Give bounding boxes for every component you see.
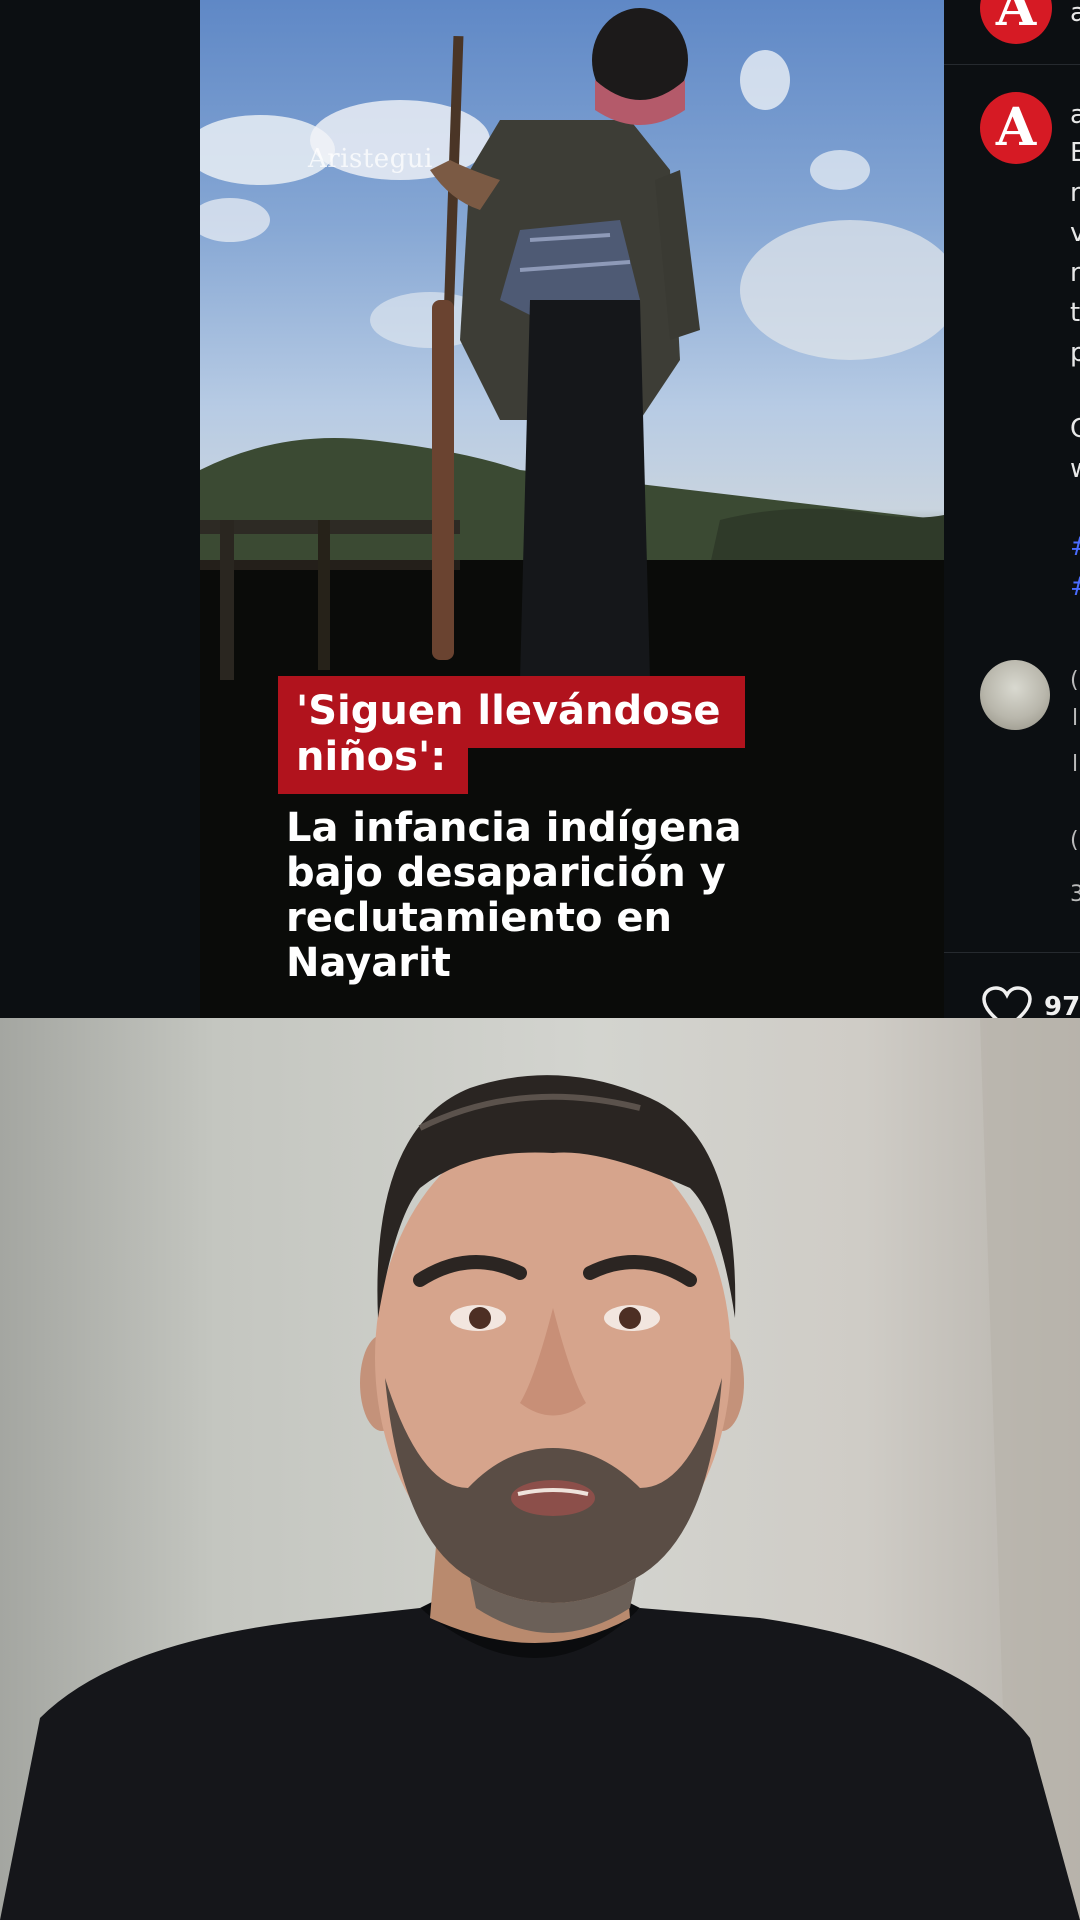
account-avatar-icon[interactable]: A: [980, 0, 1052, 44]
caption-avatar-icon[interactable]: A: [980, 92, 1052, 164]
comment-fragment: l: [1072, 752, 1079, 777]
headline-text: 'Siguen llevándose niños':: [296, 688, 721, 780]
caption-line: a: [1070, 100, 1080, 130]
caption-line: E: [1070, 138, 1080, 168]
comments-panel: A a A a E n v n t p C w # # ( l l ( 3 97: [944, 0, 1080, 1018]
post-video[interactable]: Aristegui 'Siguen llevándose niños': La …: [200, 0, 944, 1018]
panel-divider: [944, 64, 1080, 65]
presenter-video: [0, 1018, 1080, 1920]
presenter-portrait: [0, 1018, 1080, 1920]
header-username-fragment[interactable]: a: [1070, 0, 1080, 28]
aristegui-watermark: Aristegui: [308, 144, 433, 174]
caption-line: p: [1070, 338, 1080, 368]
subheadline-text: La infancia indígena bajo desaparición y…: [286, 805, 742, 986]
caption-line: v: [1070, 218, 1080, 248]
panel-divider: [944, 952, 1080, 953]
caption-line: C: [1070, 414, 1080, 444]
like-count: 97: [1044, 992, 1080, 1018]
hashtag-link[interactable]: #: [1070, 532, 1080, 562]
comment-fragment: (: [1070, 828, 1079, 853]
post-screenshot: Aristegui 'Siguen llevándose niños': La …: [0, 0, 1080, 1018]
comment-fragment: l: [1072, 706, 1079, 731]
comment-fragment: (: [1070, 668, 1079, 693]
caption-line: w: [1070, 454, 1080, 484]
heart-icon[interactable]: [982, 986, 1032, 1018]
caption-line: n: [1070, 258, 1080, 288]
comment-fragment: 3: [1070, 882, 1080, 907]
hashtag-link[interactable]: #: [1070, 572, 1080, 602]
caption-line: n: [1070, 178, 1080, 208]
commenter-avatar-icon[interactable]: [980, 660, 1050, 730]
headline-banner: 'Siguen llevándose niños':: [278, 676, 745, 794]
caption-line: t: [1070, 298, 1080, 328]
